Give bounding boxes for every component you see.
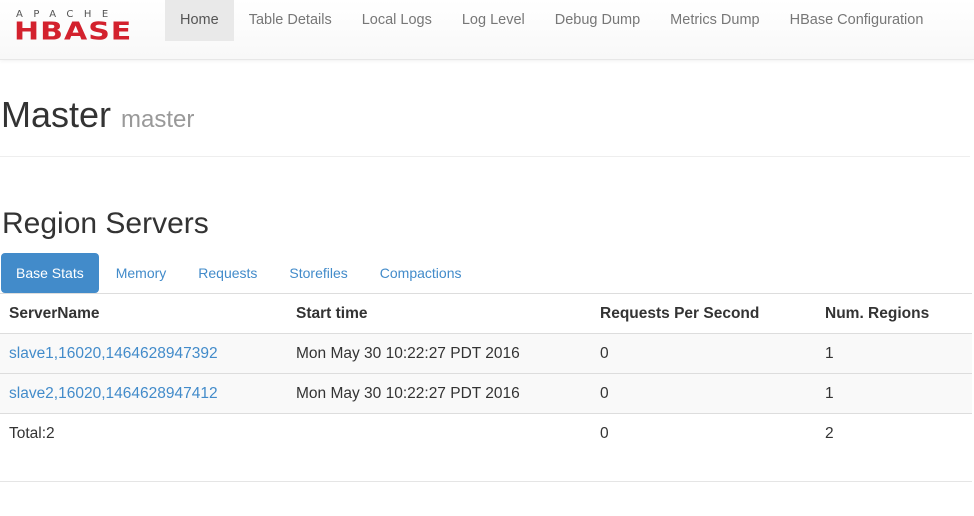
logo-hbase-text: HBASE <box>14 17 133 47</box>
total-num-regions-cell: 2 <box>816 413 972 453</box>
nav-home[interactable]: Home <box>165 0 234 41</box>
region-servers-title: Region Servers <box>2 207 209 240</box>
page-title: Master <box>1 94 112 135</box>
requests-per-second-cell: 0 <box>591 333 816 374</box>
server-link[interactable]: slave1,16020,1464628947392 <box>9 345 218 362</box>
nav-debug-dump[interactable]: Debug Dump <box>540 0 655 41</box>
column-header-start-time: Start time <box>287 293 591 334</box>
column-header-requests-per-second: Requests Per Second <box>591 293 816 334</box>
region-servers-table: ServerName Start time Requests Per Secon… <box>0 293 972 453</box>
server-link[interactable]: slave2,16020,1464628947412 <box>9 385 218 402</box>
server-name-cell: slave2,16020,1464628947412 <box>0 373 287 414</box>
nav-metrics-dump[interactable]: Metrics Dump <box>655 0 774 41</box>
section-divider <box>0 481 972 482</box>
tab-compactions[interactable]: Compactions <box>365 253 477 293</box>
total-label-cell: Total:2 <box>0 413 287 453</box>
column-header-num-regions: Num. Regions <box>816 293 972 334</box>
column-header-servername: ServerName <box>0 293 287 334</box>
total-requests-per-second-cell: 0 <box>591 413 816 453</box>
num-regions-cell: 1 <box>816 373 972 414</box>
num-regions-cell: 1 <box>816 333 972 374</box>
table-header-row: ServerName Start time Requests Per Secon… <box>0 293 972 334</box>
table-row: slave1,16020,1464628947392 Mon May 30 10… <box>0 333 972 374</box>
nav-hbase-configuration[interactable]: HBase Configuration <box>775 0 939 41</box>
server-name-cell: slave1,16020,1464628947392 <box>0 333 287 374</box>
page-subtitle: master <box>121 106 195 133</box>
hbase-logo[interactable]: APACHE HBASE <box>14 9 152 47</box>
nav-log-level[interactable]: Log Level <box>447 0 540 41</box>
tab-storefiles[interactable]: Storefiles <box>274 253 362 293</box>
requests-per-second-cell: 0 <box>591 373 816 414</box>
tab-requests[interactable]: Requests <box>183 253 272 293</box>
start-time-cell: Mon May 30 10:22:27 PDT 2016 <box>287 373 591 414</box>
region-servers-tabs: Base Stats Memory Requests Storefiles Co… <box>1 253 478 293</box>
nav-table-details[interactable]: Table Details <box>234 0 347 41</box>
tab-base-stats[interactable]: Base Stats <box>1 253 99 293</box>
start-time-cell: Mon May 30 10:22:27 PDT 2016 <box>287 333 591 374</box>
page-header: Master master <box>0 92 970 157</box>
top-navbar: APACHE HBASE Home Table Details Local Lo… <box>0 0 974 60</box>
tab-memory[interactable]: Memory <box>101 253 182 293</box>
table-row: slave2,16020,1464628947412 Mon May 30 10… <box>0 373 972 414</box>
total-row: Total:2 0 2 <box>0 413 972 453</box>
total-empty-cell <box>287 413 591 453</box>
nav-local-logs[interactable]: Local Logs <box>347 0 447 41</box>
main-nav: Home Table Details Local Logs Log Level … <box>165 0 938 41</box>
